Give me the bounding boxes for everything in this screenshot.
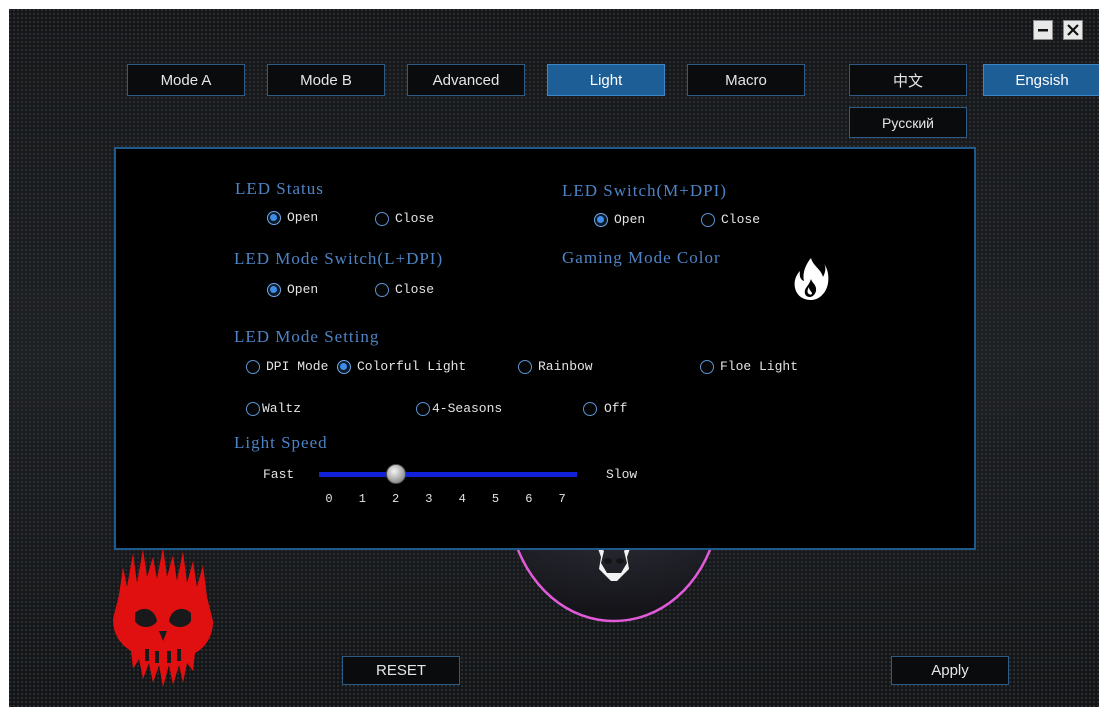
- tab-light[interactable]: Light: [547, 64, 665, 96]
- radio-circle: [267, 210, 281, 225]
- led-mode-rainbow-radio[interactable]: Rainbow: [518, 359, 593, 374]
- led-mode-off-radio[interactable]: Off: [583, 401, 627, 416]
- radio-label: Off: [604, 401, 628, 416]
- speed-tick-7: 7: [558, 492, 566, 506]
- radio-label: Open: [287, 210, 319, 225]
- tab-advanced[interactable]: Advanced: [407, 64, 525, 96]
- speed-tick-5: 5: [491, 492, 500, 506]
- led-mode-floe-radio[interactable]: Floe Light: [700, 359, 798, 374]
- speed-tick-2: 2: [391, 492, 400, 506]
- radio-circle: [518, 359, 532, 374]
- radio-label: Colorful Light: [357, 359, 467, 374]
- speed-slider-track[interactable]: [319, 472, 577, 477]
- flame-icon[interactable]: [793, 257, 829, 301]
- led-switch-close-radio[interactable]: Close: [701, 212, 760, 227]
- led-mode-switch-title: LED Mode Switch(L+DPI): [234, 249, 444, 268]
- close-icon: [1067, 24, 1079, 36]
- radio-label: 4-Seasons: [432, 401, 503, 416]
- radio-label: Waltz: [262, 401, 302, 416]
- app-window: Mode A Mode B Advanced Light Macro 中文 En…: [9, 9, 1099, 707]
- led-switch-title: LED Switch(M+DPI): [562, 181, 727, 200]
- radio-circle: [337, 359, 351, 374]
- lang-english-button[interactable]: Engsish: [983, 64, 1099, 96]
- led-mode-switch-close-radio[interactable]: Close: [375, 282, 434, 297]
- radio-circle: [701, 212, 715, 227]
- apply-button[interactable]: Apply: [891, 656, 1009, 685]
- light-settings-panel: LED Status Open Close LED Switch(M+DPI) …: [114, 147, 976, 550]
- led-switch-open-radio[interactable]: Open: [594, 212, 645, 227]
- lang-chinese-button[interactable]: 中文: [849, 64, 967, 96]
- speed-tick-0: 0: [325, 492, 333, 506]
- led-status-title: LED Status: [235, 179, 324, 198]
- reset-button[interactable]: RESET: [342, 656, 460, 685]
- radio-label: Close: [395, 282, 435, 297]
- speed-tick-4: 4: [458, 492, 466, 506]
- radio-circle: [246, 359, 260, 374]
- speed-tick-1: 1: [358, 492, 366, 506]
- radio-label: Open: [287, 282, 319, 297]
- radio-circle: [375, 211, 389, 226]
- gaming-mode-color-title: Gaming Mode Color: [562, 248, 721, 267]
- radio-label: Close: [395, 211, 435, 226]
- speed-slow-label: Slow: [606, 467, 638, 482]
- radio-circle: [375, 282, 389, 297]
- red-skull-logo: [113, 547, 213, 687]
- radio-circle: [416, 401, 430, 416]
- radio-label: Open: [614, 212, 646, 227]
- led-status-open-radio[interactable]: Open: [267, 210, 318, 225]
- radio-circle: [700, 359, 714, 374]
- radio-label: Close: [721, 212, 761, 227]
- speed-tick-3: 3: [425, 492, 433, 506]
- tab-mode-a[interactable]: Mode A: [127, 64, 245, 96]
- led-mode-colorful-radio[interactable]: Colorful Light: [337, 359, 466, 374]
- speed-slider-thumb[interactable]: [385, 464, 406, 484]
- minimize-icon: [1038, 29, 1048, 32]
- speed-fast-label: Fast: [263, 467, 295, 482]
- speed-tick-6: 6: [525, 492, 533, 506]
- radio-circle: [267, 282, 281, 297]
- tab-macro[interactable]: Macro: [687, 64, 805, 96]
- led-mode-dpi-radio[interactable]: DPI Mode: [246, 359, 328, 374]
- led-mode-4seasons-radio[interactable]: 4-Seasons: [416, 401, 502, 416]
- led-mode-setting-title: LED Mode Setting: [234, 327, 380, 346]
- led-mode-switch-open-radio[interactable]: Open: [267, 282, 318, 297]
- radio-label: DPI Mode: [266, 359, 329, 374]
- light-speed-title: Light Speed: [234, 433, 328, 452]
- tab-mode-b[interactable]: Mode B: [267, 64, 385, 96]
- radio-label: Floe Light: [720, 359, 799, 374]
- minimize-button[interactable]: [1033, 20, 1053, 40]
- lang-russian-button[interactable]: Русский: [849, 107, 967, 138]
- led-status-close-radio[interactable]: Close: [375, 211, 434, 226]
- radio-circle: [583, 401, 597, 416]
- radio-label: Rainbow: [538, 359, 593, 374]
- led-mode-waltz-radio[interactable]: Waltz: [246, 401, 301, 416]
- radio-circle: [594, 212, 608, 227]
- close-button[interactable]: [1063, 20, 1083, 40]
- radio-circle: [246, 401, 260, 416]
